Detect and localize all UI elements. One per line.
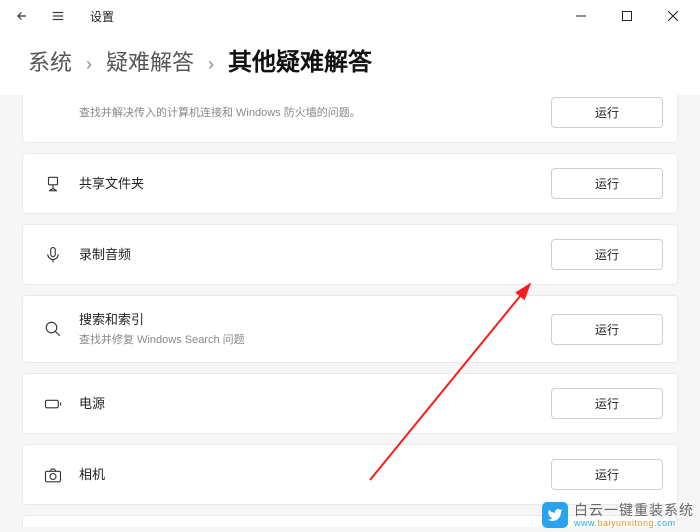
run-button[interactable]: 运行 <box>551 239 663 270</box>
run-button[interactable]: 运行 <box>551 97 663 128</box>
row-text: 共享文件夹 <box>79 174 551 194</box>
row-text: 录制音频 <box>79 245 551 265</box>
row-desc: 查找并解决传入的计算机连接和 Windows 防火墙的问题。 <box>79 105 551 122</box>
row-title: 共享文件夹 <box>79 174 551 194</box>
list-item: 搜索和索引 查找并修复 Windows Search 问题 运行 <box>22 295 678 363</box>
list-item: 录制音频 运行 <box>22 224 678 285</box>
row-text: 电源 <box>79 394 551 414</box>
breadcrumb: 系统 › 疑难解答 › 其他疑难解答 <box>0 32 700 95</box>
camera-icon <box>35 466 71 484</box>
run-button[interactable]: 运行 <box>551 168 663 199</box>
row-text: 查找并解决传入的计算机连接和 Windows 防火墙的问题。 <box>79 103 551 122</box>
breadcrumb-current: 其他疑难解答 <box>228 42 372 77</box>
battery-icon <box>35 395 71 413</box>
titlebar-left: 设置 <box>4 8 114 25</box>
row-text: 相机 <box>79 465 551 485</box>
watermark-main: 白云一键重装系统 <box>574 503 694 517</box>
watermark-sub: www.baiyunxitong.com <box>574 519 694 528</box>
watermark-text: 白云一键重装系统 www.baiyunxitong.com <box>574 503 694 528</box>
minimize-button[interactable] <box>558 0 604 32</box>
row-title: 电源 <box>79 394 551 414</box>
maximize-button[interactable] <box>604 0 650 32</box>
row-desc: 查找并修复 Windows Search 问题 <box>79 332 551 349</box>
run-button[interactable]: 运行 <box>551 314 663 345</box>
chevron-right-icon: › <box>86 54 92 75</box>
row-text: 搜索和索引 查找并修复 Windows Search 问题 <box>79 310 551 348</box>
troubleshooter-list: 查找并解决传入的计算机连接和 Windows 防火墙的问题。 运行 共享文件夹 … <box>0 95 700 527</box>
list-item: 相机 运行 <box>22 444 678 505</box>
list-item: 共享文件夹 运行 <box>22 153 678 214</box>
row-title: 搜索和索引 <box>79 310 551 330</box>
titlebar: 设置 <box>0 0 700 32</box>
back-icon[interactable] <box>14 8 30 24</box>
run-button[interactable]: 运行 <box>551 388 663 419</box>
folder-share-icon <box>35 175 71 193</box>
watermark: 白云一键重装系统 www.baiyunxitong.com <box>542 502 694 528</box>
breadcrumb-system[interactable]: 系统 <box>28 45 72 77</box>
window-controls <box>558 0 696 32</box>
list-item: 电源 运行 <box>22 373 678 434</box>
close-button[interactable] <box>650 0 696 32</box>
menu-icon[interactable] <box>50 8 66 24</box>
mic-icon <box>35 246 71 264</box>
run-button[interactable]: 运行 <box>551 459 663 490</box>
breadcrumb-troubleshoot[interactable]: 疑难解答 <box>106 45 194 77</box>
row-title: 相机 <box>79 465 551 485</box>
app-title: 设置 <box>90 8 114 25</box>
row-title: 录制音频 <box>79 245 551 265</box>
search-icon <box>35 320 71 338</box>
chevron-right-icon: › <box>208 54 214 75</box>
watermark-logo-icon <box>542 502 568 528</box>
list-item: 查找并解决传入的计算机连接和 Windows 防火墙的问题。 运行 <box>22 95 678 143</box>
